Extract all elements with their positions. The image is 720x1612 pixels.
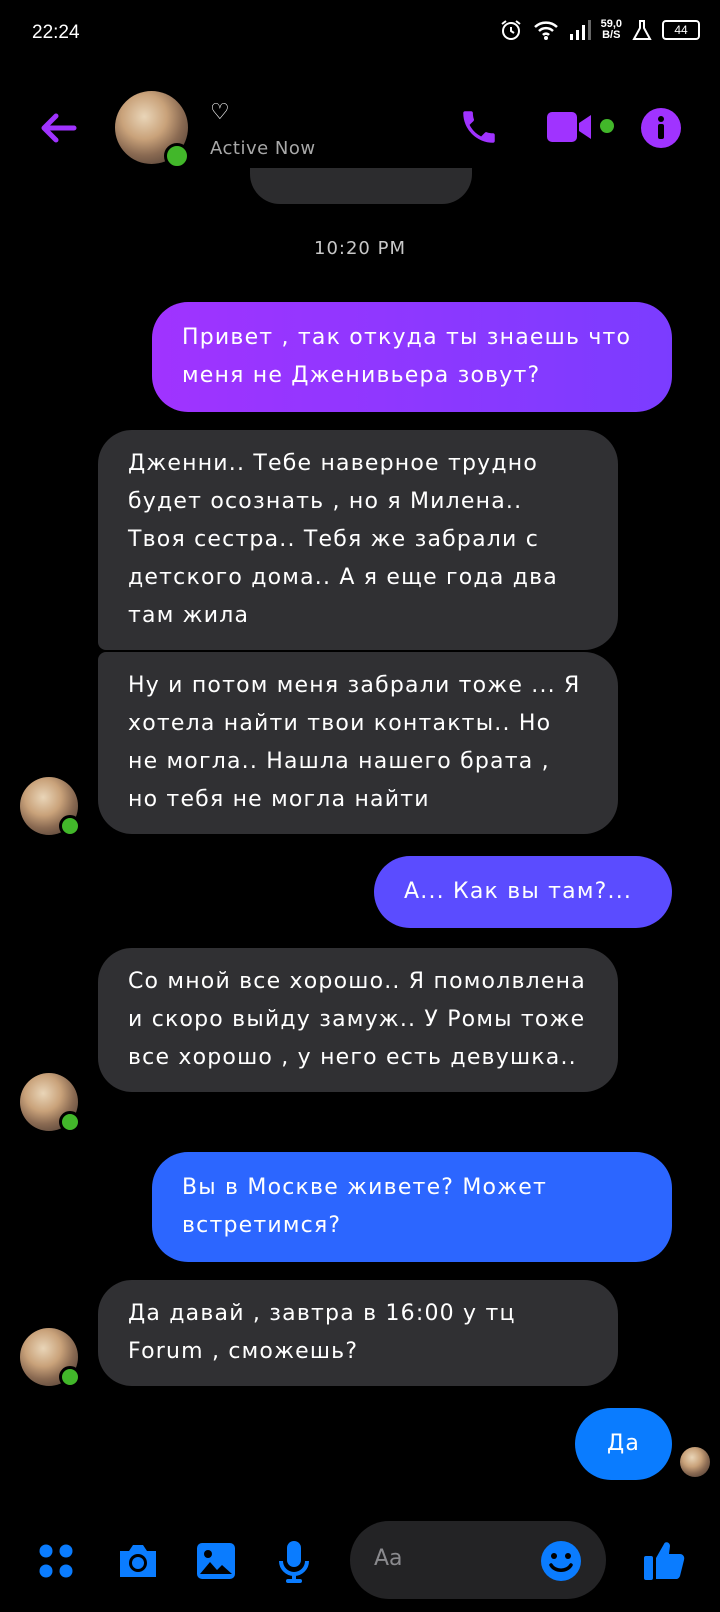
active-call-dot — [600, 119, 614, 133]
info-icon[interactable] — [640, 107, 682, 149]
online-indicator — [59, 815, 81, 837]
message-timestamp: 10:20 PM — [314, 238, 406, 259]
menu-dots-icon[interactable] — [38, 1543, 74, 1579]
video-camera-icon[interactable] — [545, 110, 595, 144]
read-receipt-avatar — [680, 1447, 710, 1477]
emoji-icon[interactable] — [540, 1540, 582, 1582]
alarm-icon — [500, 20, 521, 40]
lab-flask-icon — [632, 20, 652, 40]
previous-message-bubble — [250, 168, 472, 204]
thumbs-up-icon[interactable] — [642, 1536, 686, 1584]
network-speed: 59,0 B/S — [601, 19, 622, 41]
incoming-message[interactable]: Ну и потом меня забрали тоже ... Я хотел… — [98, 652, 618, 834]
gallery-icon[interactable] — [195, 1541, 237, 1581]
message-input-placeholder: Aa — [374, 1546, 403, 1571]
online-indicator — [59, 1366, 81, 1388]
battery-indicator: 44 — [662, 20, 700, 40]
wifi-icon — [533, 21, 558, 40]
online-indicator — [164, 143, 190, 169]
outgoing-message[interactable]: Да — [575, 1408, 672, 1480]
network-speed-unit: B/S — [602, 29, 621, 41]
outgoing-message[interactable]: А... Как вы там?... — [374, 856, 672, 928]
microphone-icon[interactable] — [276, 1539, 312, 1585]
contact-name[interactable]: ♡ — [210, 100, 230, 125]
online-indicator — [59, 1111, 81, 1133]
status-icons: 59,0 B/S 44 — [499, 18, 700, 42]
incoming-message[interactable]: Со мной все хорошо.. Я помолвлена и скор… — [98, 948, 618, 1092]
outgoing-message[interactable]: Вы в Москве живете? Может встретимся? — [152, 1152, 672, 1262]
back-arrow-icon[interactable] — [34, 104, 82, 152]
phone-icon[interactable] — [458, 106, 500, 148]
status-time: 22:24 — [32, 22, 80, 43]
presence-status: Active Now — [210, 138, 316, 159]
incoming-message[interactable]: Дженни.. Тебе наверное трудно будет осоз… — [98, 430, 618, 650]
signal-icon — [569, 20, 591, 40]
outgoing-message[interactable]: Привет , так откуда ты знаешь что меня н… — [152, 302, 672, 412]
incoming-message[interactable]: Да давай , завтра в 16:00 у тц Forum , с… — [98, 1280, 618, 1386]
camera-icon[interactable] — [116, 1541, 160, 1581]
